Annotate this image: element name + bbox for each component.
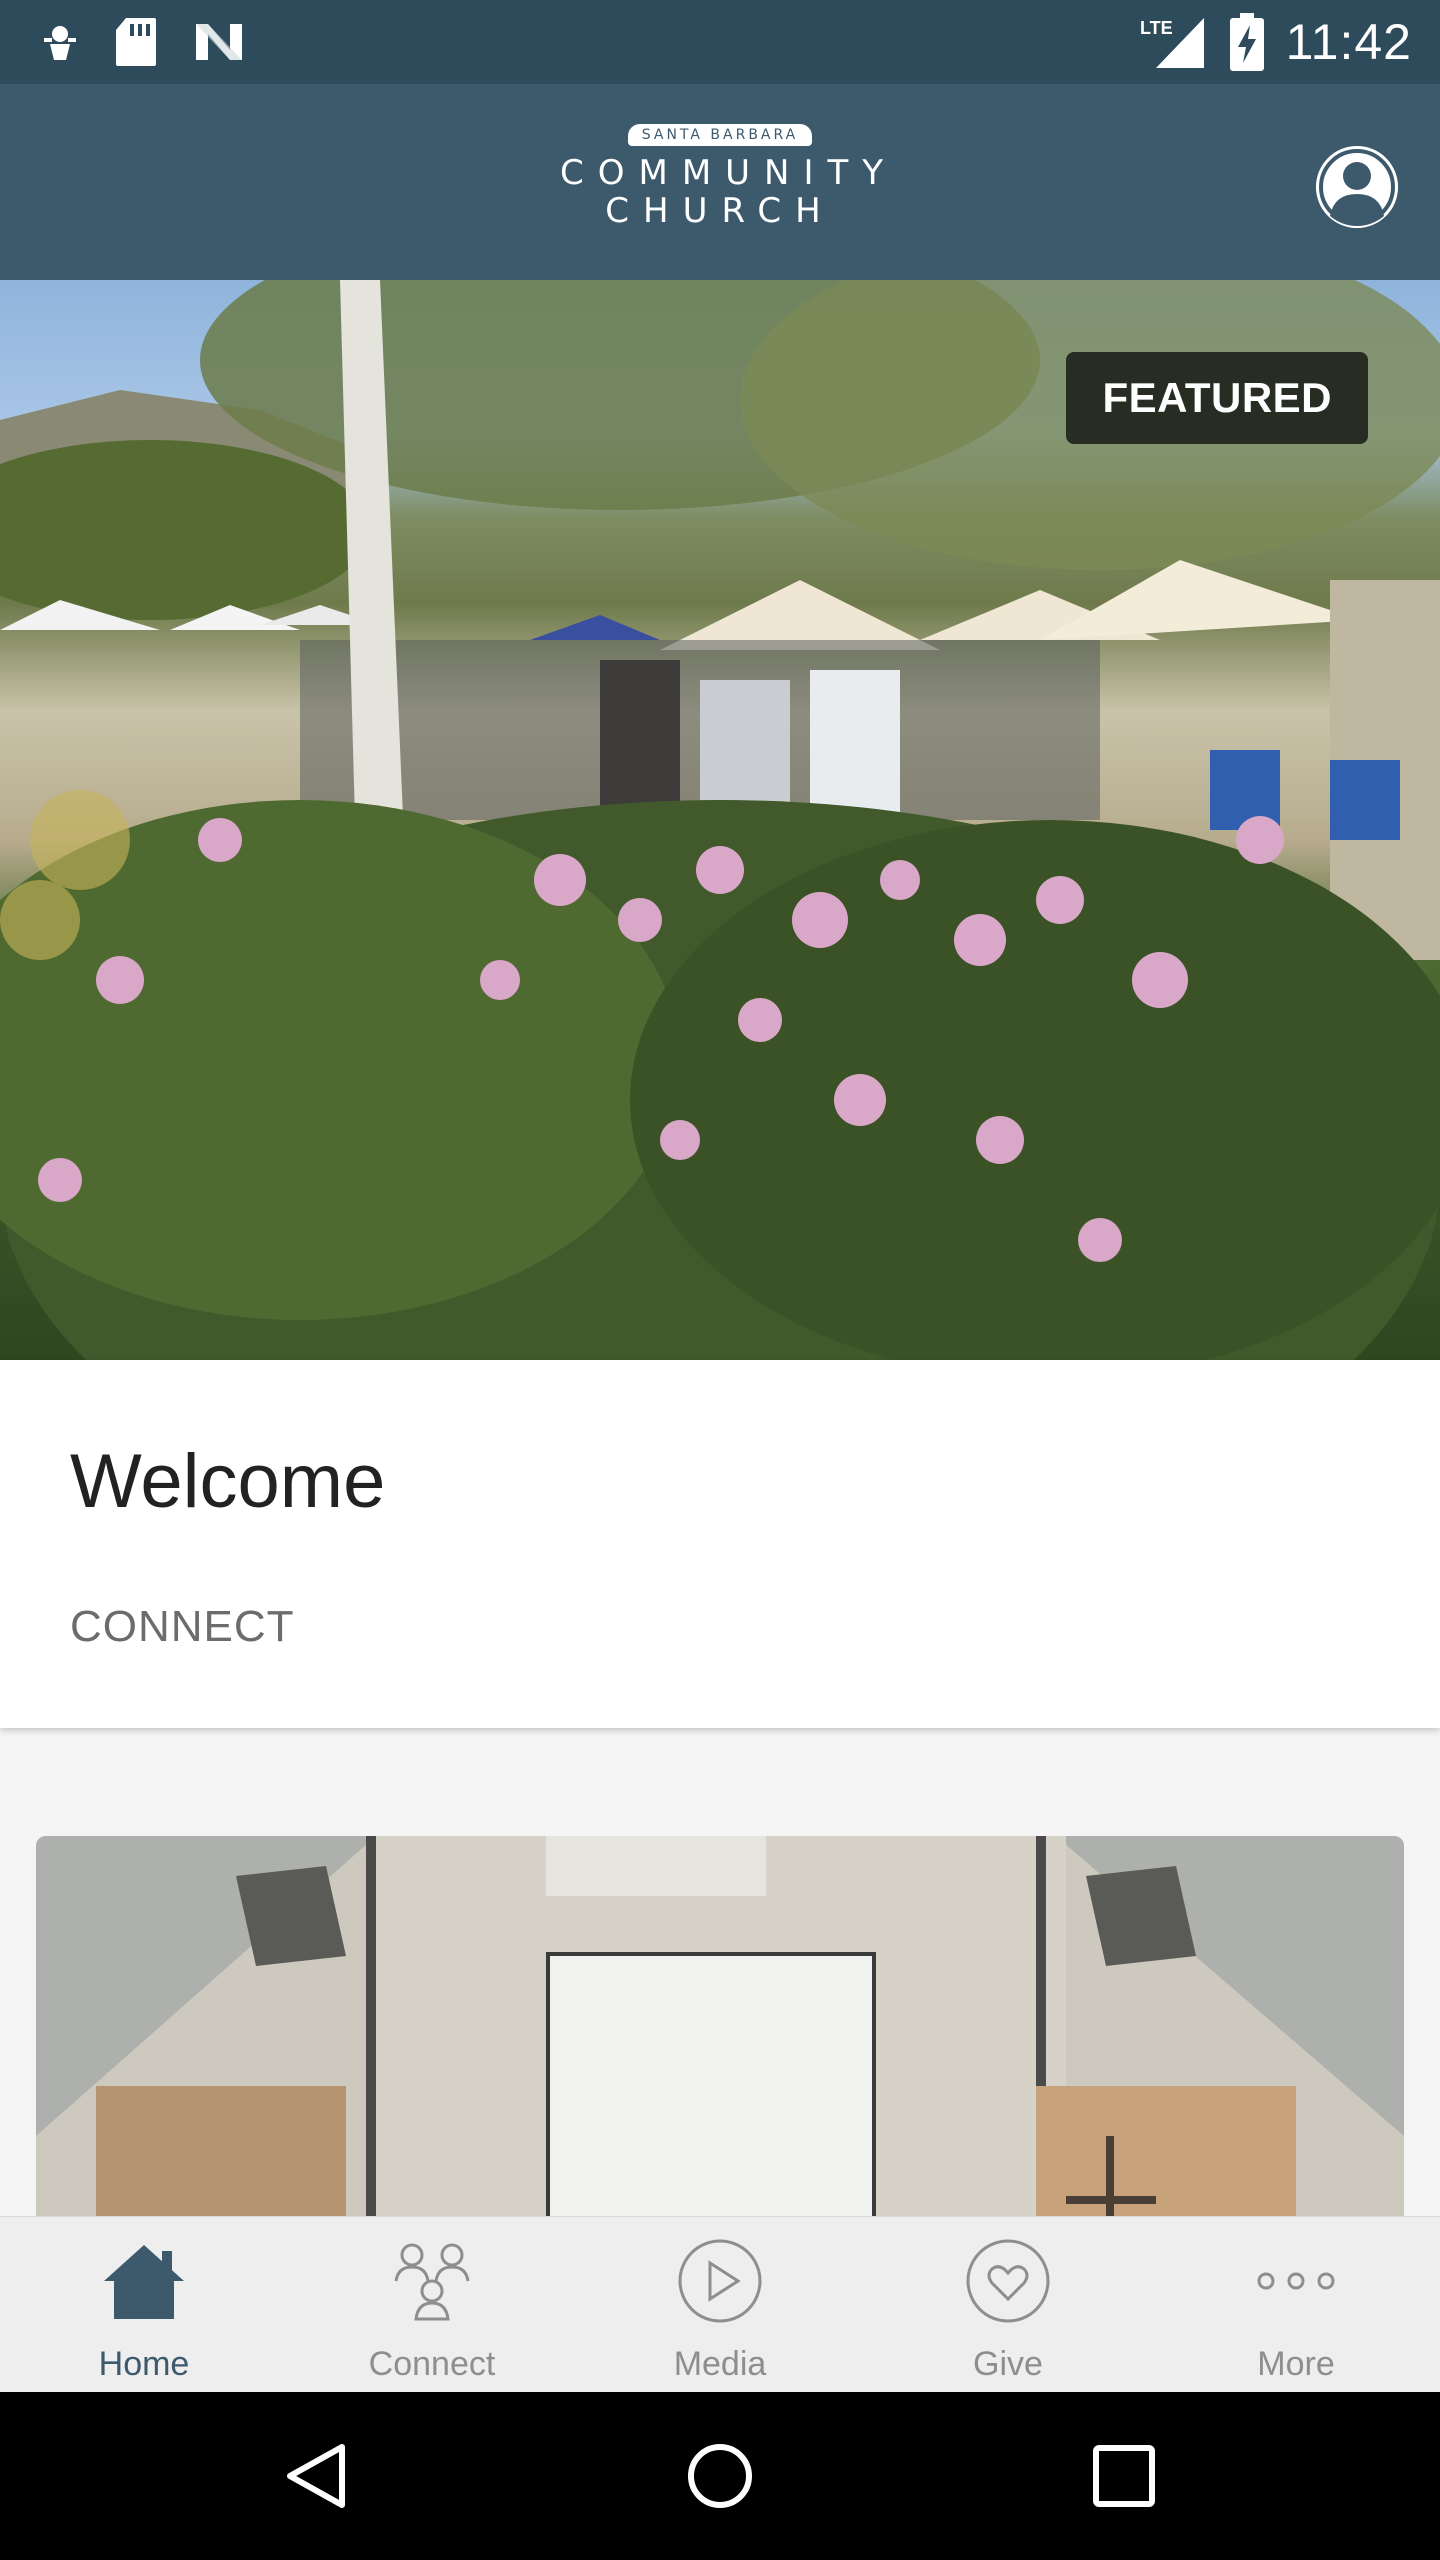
church-logo[interactable]: SANTA BARBARA COMMUNITY CHURCH [560, 124, 898, 244]
screen: LTE 11:42 SANTA BARBARA COMMUNITY CHURCH [0, 0, 1440, 2560]
bottom-navigation: Home Connect Media Give More [0, 2216, 1440, 2392]
status-left-icons [40, 14, 246, 70]
nav-item-home[interactable]: Home [0, 2217, 288, 2393]
notification-icon [44, 26, 76, 60]
logo-line-community: COMMUNITY [560, 153, 898, 193]
welcome-title: Welcome [70, 1439, 386, 1524]
play-icon [678, 2239, 762, 2323]
nav-item-give[interactable]: Give [864, 2217, 1152, 2393]
lte-signal-icon: LTE [1140, 18, 1204, 68]
home-icon [104, 2245, 184, 2319]
logo-top-banner: SANTA BARBARA [627, 124, 813, 146]
home-circle-icon[interactable] [685, 2441, 755, 2511]
welcome-subtitle[interactable]: CONNECT [70, 1602, 295, 1652]
user-profile-button[interactable] [1316, 146, 1398, 228]
app-header: SANTA BARBARA COMMUNITY CHURCH [0, 84, 1440, 280]
status-time: 11:42 [1285, 14, 1412, 70]
logo-line-church: CHURCH [605, 191, 835, 231]
n-app-icon [196, 24, 242, 60]
nav-label-media: Media [673, 2345, 767, 2383]
battery-charging-icon [1229, 13, 1264, 71]
welcome-section: Welcome CONNECT [0, 1360, 1440, 1728]
sd-card-icon [116, 18, 156, 66]
nav-item-more[interactable]: More [1152, 2217, 1440, 2393]
people-icon [394, 2243, 470, 2321]
heart-icon [966, 2239, 1050, 2323]
lte-label: LTE [1140, 18, 1173, 38]
nav-label-home: Home [98, 2345, 190, 2383]
recents-icon[interactable] [1092, 2444, 1156, 2508]
nav-item-media[interactable]: Media [576, 2217, 864, 2393]
android-navigation-bar [0, 2392, 1440, 2560]
nav-item-connect[interactable]: Connect [288, 2217, 576, 2393]
nav-label-more: More [1257, 2345, 1335, 2383]
featured-hero-image[interactable]: FEATURED [0, 280, 1440, 1360]
back-icon[interactable] [282, 2441, 352, 2511]
status-bar: LTE 11:42 [0, 0, 1440, 84]
featured-badge: FEATURED [1066, 352, 1368, 444]
nav-label-give: Give [973, 2345, 1043, 2383]
status-right-icons: LTE 11:42 [1138, 0, 1412, 84]
nav-label-connect: Connect [368, 2345, 496, 2383]
user-profile-icon [1316, 146, 1398, 228]
more-icon [1257, 2272, 1335, 2290]
